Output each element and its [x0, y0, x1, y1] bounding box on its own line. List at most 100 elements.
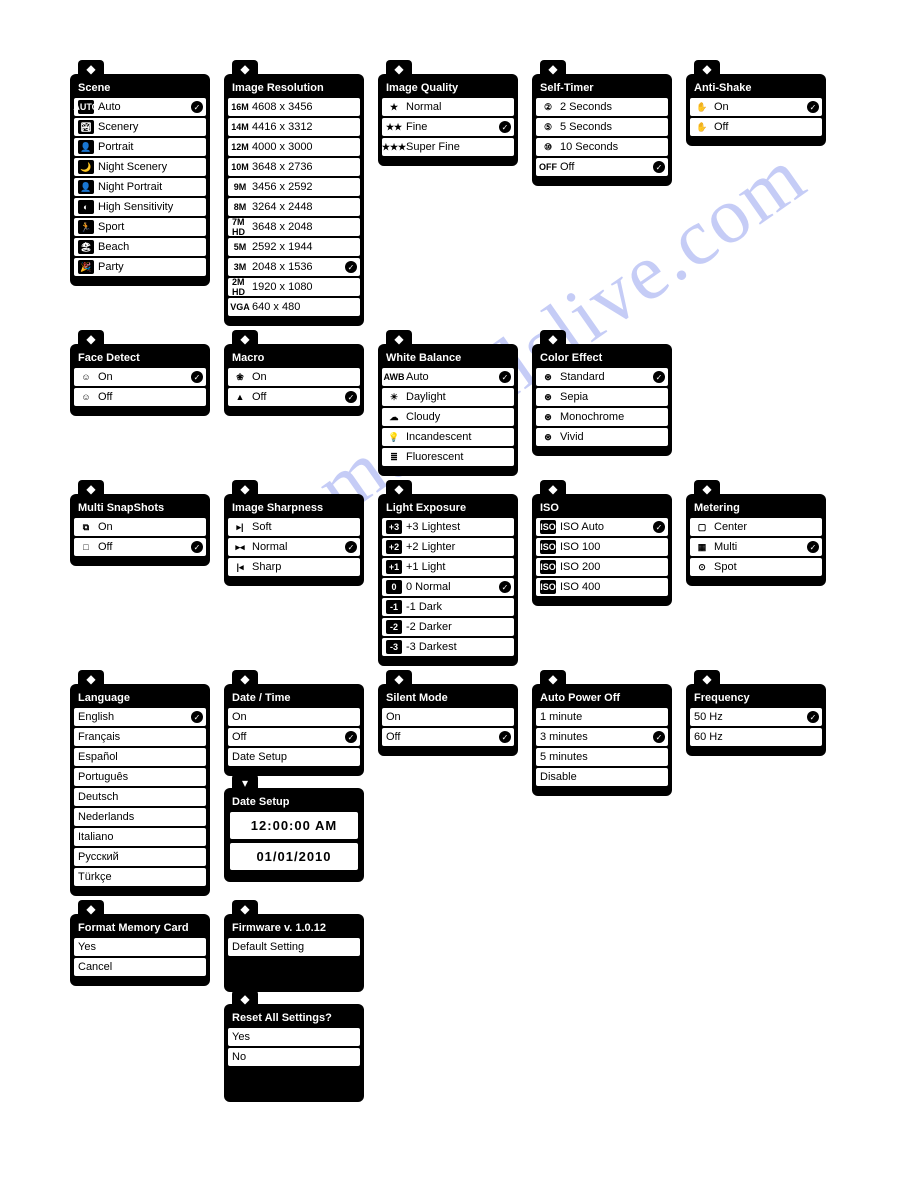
menu-item[interactable]: No: [228, 1048, 360, 1066]
item-label: Default Setting: [232, 941, 356, 953]
menu-item[interactable]: Deutsch: [74, 788, 206, 806]
item-icon: -2: [386, 620, 402, 634]
menu-item[interactable]: ISOISO 400: [536, 578, 668, 596]
menu-item[interactable]: ⊛Monochrome: [536, 408, 668, 426]
menu-item[interactable]: Cancel: [74, 958, 206, 976]
menu-item[interactable]: ▦Multi✓: [690, 538, 822, 556]
menu-item[interactable]: ⊛Sepia: [536, 388, 668, 406]
menu-item[interactable]: AWBAuto✓: [382, 368, 514, 386]
menu-item[interactable]: Disable: [536, 768, 668, 786]
menu-item[interactable]: -1-1 Dark: [382, 598, 514, 616]
menu-item[interactable]: |◂Sharp: [228, 558, 360, 576]
menu-item[interactable]: 00 Normal✓: [382, 578, 514, 596]
menu-item[interactable]: 50 Hz✓: [690, 708, 822, 726]
menu-item[interactable]: ≣Fluorescent: [382, 448, 514, 466]
menu-item[interactable]: +2+2 Lighter: [382, 538, 514, 556]
item-icon: ⊛: [540, 430, 556, 444]
menu-item[interactable]: 16M4608 x 3456: [228, 98, 360, 116]
menu-item[interactable]: Off✓: [228, 728, 360, 746]
menu-item[interactable]: ☺Off: [74, 388, 206, 406]
menu-item[interactable]: 2M HD1920 x 1080: [228, 278, 360, 296]
menu-item[interactable]: Türkçe: [74, 868, 206, 886]
item-label: Normal: [406, 101, 510, 113]
item-label: -1 Dark: [406, 601, 510, 613]
menu-item[interactable]: Nederlands: [74, 808, 206, 826]
menu-item[interactable]: 3M2048 x 1536✓: [228, 258, 360, 276]
menu-item[interactable]: ▲Off✓: [228, 388, 360, 406]
menu-item[interactable]: 12M4000 x 3000: [228, 138, 360, 156]
menu-item[interactable]: 8M3264 x 2448: [228, 198, 360, 216]
item-icon: ⑩: [540, 140, 556, 154]
menu-item[interactable]: Español: [74, 748, 206, 766]
menu-item[interactable]: 💡Incandescent: [382, 428, 514, 446]
menu-item[interactable]: Русский: [74, 848, 206, 866]
menu-item[interactable]: English✓: [74, 708, 206, 726]
menu-item[interactable]: Off✓: [382, 728, 514, 746]
menu-item[interactable]: ⧉On: [74, 518, 206, 536]
menu-item[interactable]: 🌙Night Scenery: [74, 158, 206, 176]
menu-item[interactable]: ⊙Spot: [690, 558, 822, 576]
menu-item[interactable]: 5M2592 x 1944: [228, 238, 360, 256]
menu-item[interactable]: ⑤5 Seconds: [536, 118, 668, 136]
menu-item[interactable]: 🏖Beach: [74, 238, 206, 256]
menu-item[interactable]: 14M4416 x 3312: [228, 118, 360, 136]
menu-item[interactable]: ★Normal: [382, 98, 514, 116]
menu-item[interactable]: 🏞Scenery: [74, 118, 206, 136]
menu-item[interactable]: Français: [74, 728, 206, 746]
menu-item[interactable]: ★★★Super Fine: [382, 138, 514, 156]
menu-item[interactable]: 10M3648 x 2736: [228, 158, 360, 176]
panel-title: Date Setup: [224, 792, 364, 812]
menu-item[interactable]: 3 minutes✓: [536, 728, 668, 746]
menu-item[interactable]: ISOISO 200: [536, 558, 668, 576]
menu-item[interactable]: -2-2 Darker: [382, 618, 514, 636]
menu-item[interactable]: ▸|Soft: [228, 518, 360, 536]
menu-item[interactable]: Português: [74, 768, 206, 786]
menu-item[interactable]: ▢Center: [690, 518, 822, 536]
menu-item[interactable]: Yes: [74, 938, 206, 956]
menu-item[interactable]: Yes: [228, 1028, 360, 1046]
date-setup-time[interactable]: 12:00:00 AM: [230, 812, 358, 839]
menu-item[interactable]: ☀Daylight: [382, 388, 514, 406]
menu-item[interactable]: ②2 Seconds: [536, 98, 668, 116]
menu-item[interactable]: ISOISO Auto✓: [536, 518, 668, 536]
item-icon: 3M: [232, 260, 248, 274]
menu-item[interactable]: On: [382, 708, 514, 726]
menu-item[interactable]: Date Setup: [228, 748, 360, 766]
menu-item[interactable]: VGA640 x 480: [228, 298, 360, 316]
menu-item[interactable]: 👤Portrait: [74, 138, 206, 156]
menu-item[interactable]: ☁Cloudy: [382, 408, 514, 426]
menu-item[interactable]: OFFOff✓: [536, 158, 668, 176]
menu-item[interactable]: +3+3 Lightest: [382, 518, 514, 536]
menu-item[interactable]: Default Setting: [228, 938, 360, 956]
menu-item[interactable]: ⊛Standard✓: [536, 368, 668, 386]
menu-item[interactable]: +1+1 Light: [382, 558, 514, 576]
menu-item[interactable]: ISOISO 100: [536, 538, 668, 556]
date-setup-date[interactable]: 01/01/2010: [230, 843, 358, 870]
menu-item[interactable]: AUTOAuto✓: [74, 98, 206, 116]
menu-item[interactable]: ❀On: [228, 368, 360, 386]
menu-item[interactable]: 60 Hz: [690, 728, 822, 746]
menu-item[interactable]: 5 minutes: [536, 748, 668, 766]
menu-item[interactable]: Italiano: [74, 828, 206, 846]
menu-item[interactable]: 1 minute: [536, 708, 668, 726]
menu-item[interactable]: □Off✓: [74, 538, 206, 556]
panel-macro: ◆Macro❀On▲Off✓: [224, 344, 364, 416]
menu-item[interactable]: ▸◂Normal✓: [228, 538, 360, 556]
item-icon: ISO: [540, 540, 556, 554]
menu-item[interactable]: ★★Fine✓: [382, 118, 514, 136]
menu-item[interactable]: 🏃Sport: [74, 218, 206, 236]
menu-item[interactable]: On: [228, 708, 360, 726]
menu-item[interactable]: ☺On✓: [74, 368, 206, 386]
menu-item[interactable]: 👤Night Portrait: [74, 178, 206, 196]
menu-item[interactable]: ◐High Sensitivity: [74, 198, 206, 216]
panel-title: Reset All Settings?: [224, 1008, 364, 1028]
menu-item[interactable]: ✋On✓: [690, 98, 822, 116]
menu-item[interactable]: ✋Off: [690, 118, 822, 136]
menu-item[interactable]: -3-3 Darkest: [382, 638, 514, 656]
menu-item[interactable]: ⑩10 Seconds: [536, 138, 668, 156]
menu-item[interactable]: 7M HD3648 x 2048: [228, 218, 360, 236]
item-icon: AUTO: [78, 100, 94, 114]
menu-item[interactable]: ⊛Vivid: [536, 428, 668, 446]
menu-item[interactable]: 🎉Party: [74, 258, 206, 276]
menu-item[interactable]: 9M3456 x 2592: [228, 178, 360, 196]
